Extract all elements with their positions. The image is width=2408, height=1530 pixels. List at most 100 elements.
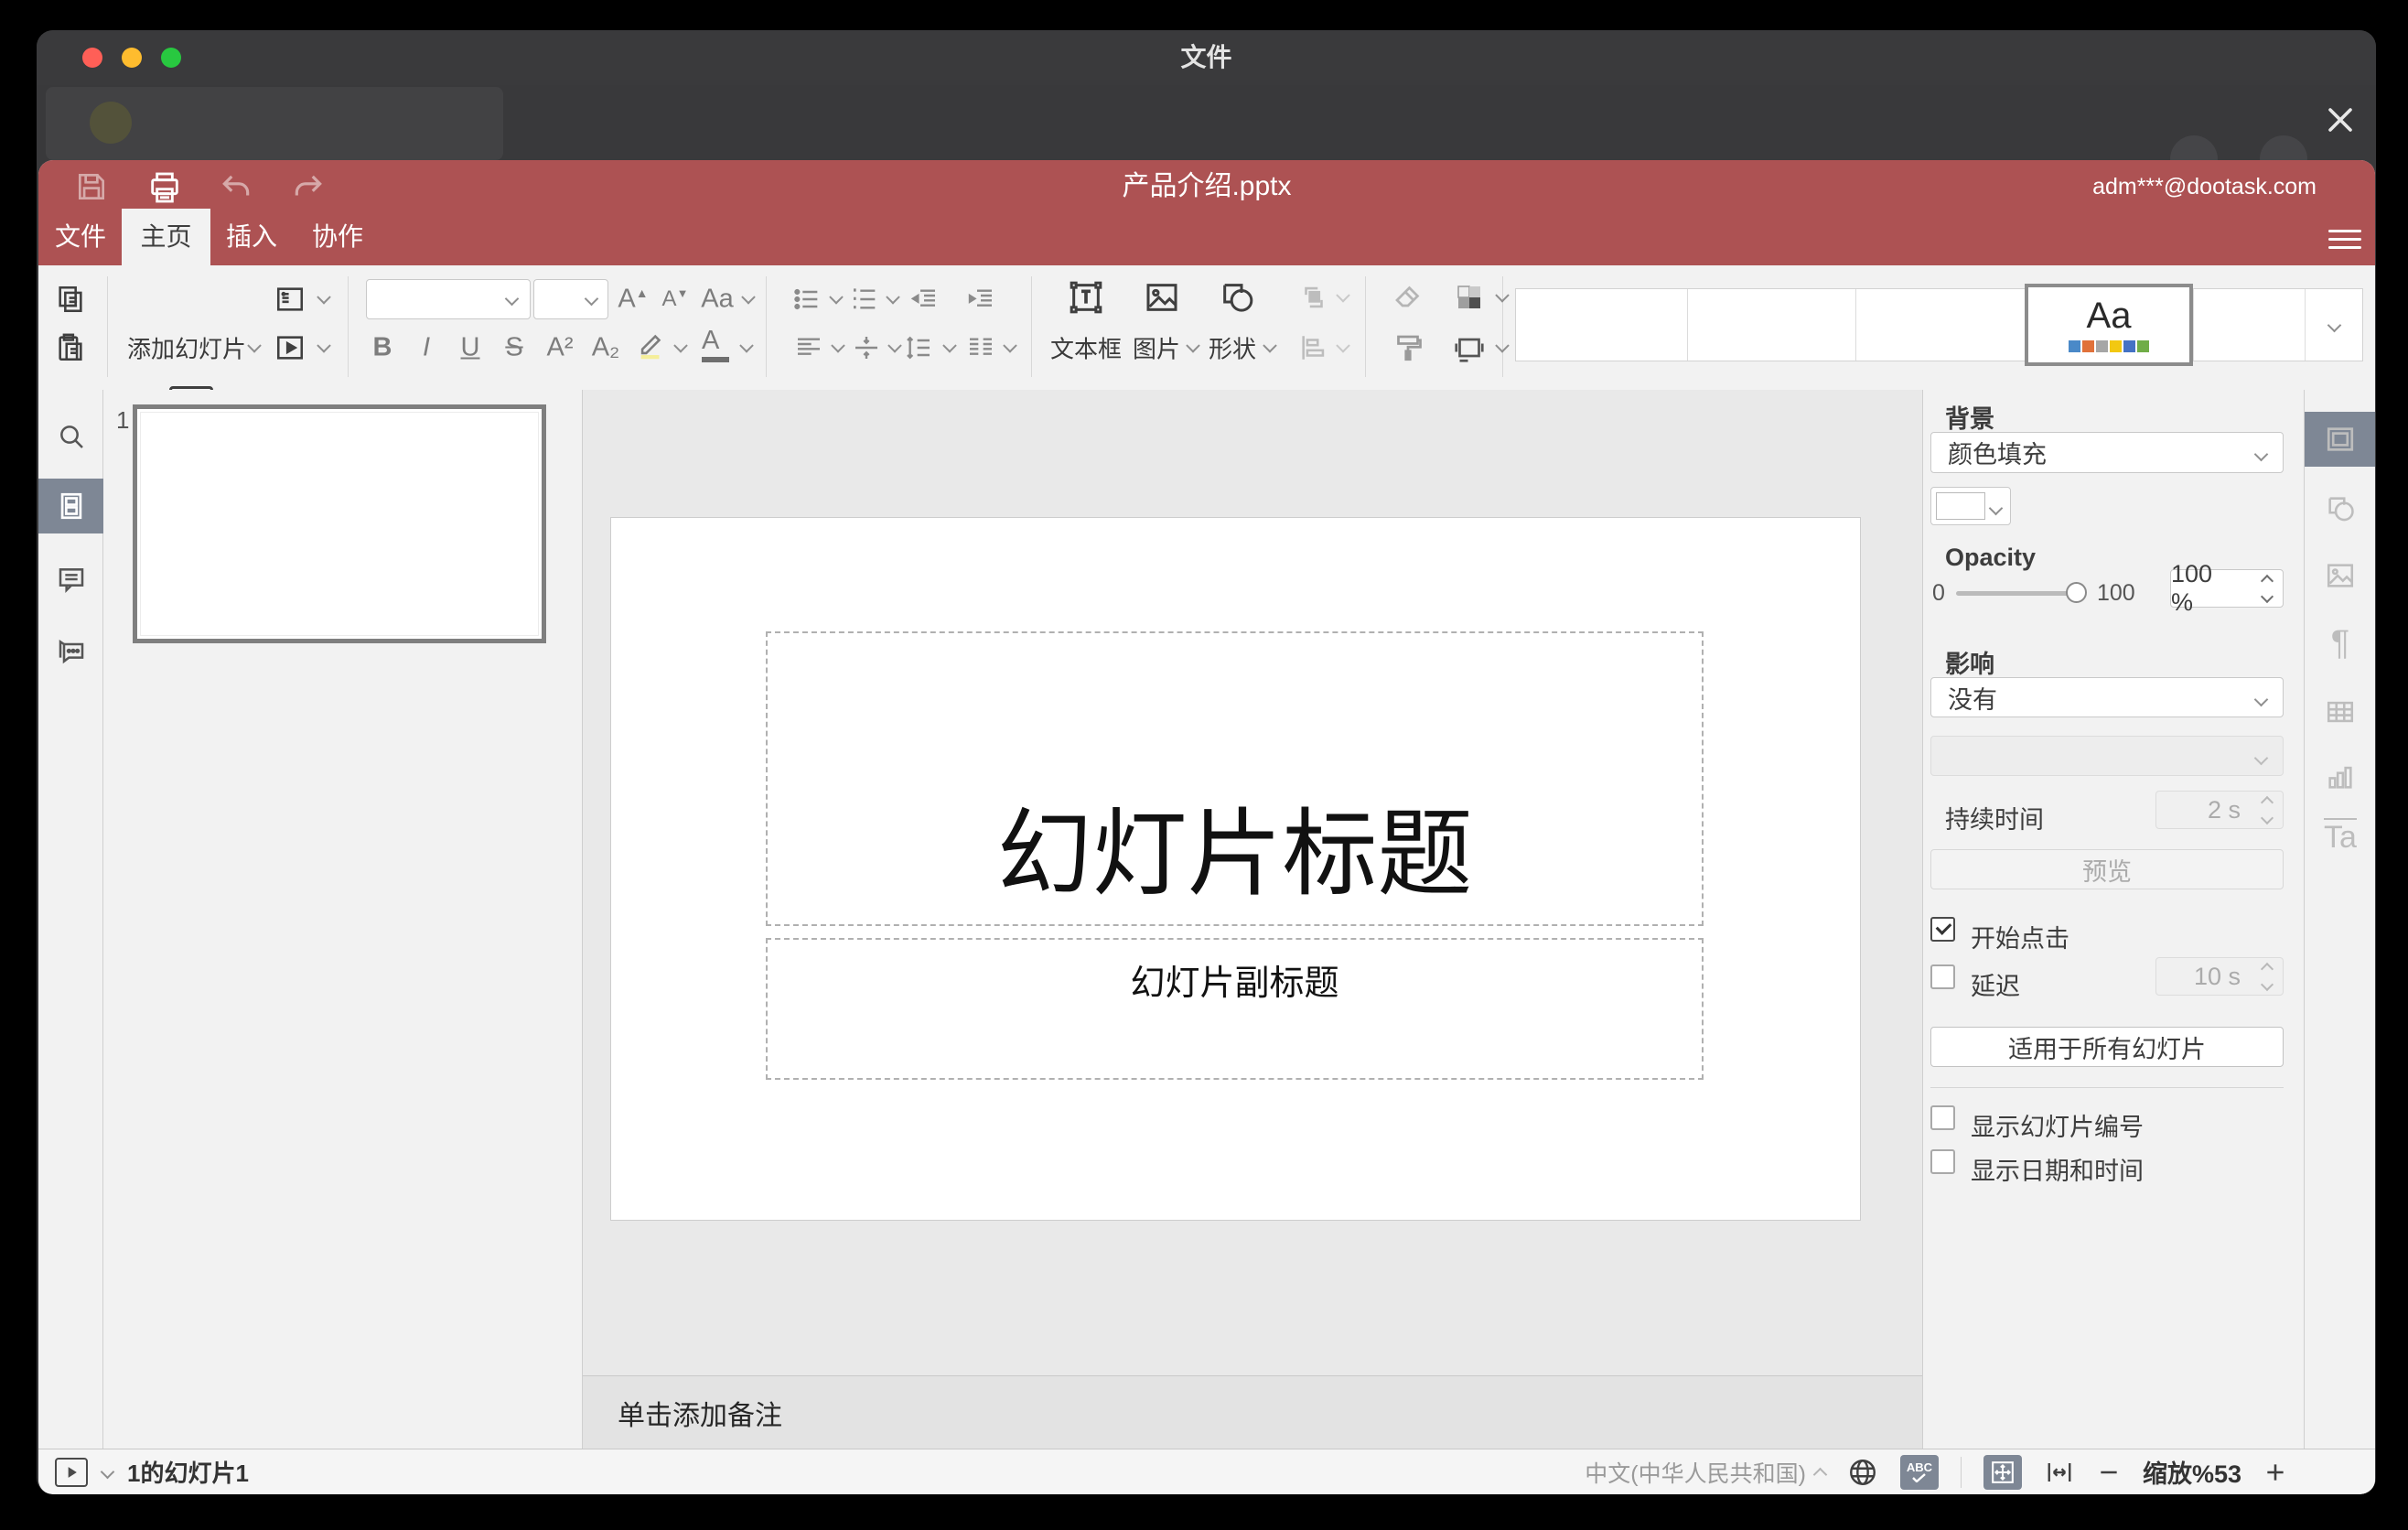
slides-panel-icon[interactable] <box>38 479 103 533</box>
bullet-list-icon[interactable] <box>792 285 822 314</box>
chevron-down-icon[interactable] <box>100 1464 115 1480</box>
chevron-down-icon[interactable] <box>1263 339 1277 353</box>
spellcheck-toggle[interactable]: ABC <box>1899 1454 1939 1490</box>
chevron-down-icon[interactable] <box>831 339 845 353</box>
slide-settings-icon[interactable] <box>2305 412 2375 467</box>
chevron-down-icon[interactable] <box>1186 339 1200 353</box>
delay-checkbox[interactable] <box>1930 964 1955 989</box>
theme-item[interactable] <box>1516 289 1687 361</box>
insert-image-icon[interactable] <box>1144 279 1180 316</box>
slide-size-icon[interactable] <box>1453 331 1486 364</box>
zoom-out-icon[interactable] <box>2097 1460 2121 1484</box>
strikeout-icon[interactable]: S <box>505 333 522 363</box>
comments-icon[interactable] <box>38 552 103 607</box>
chevron-down-icon[interactable] <box>887 339 902 353</box>
chevron-down-icon[interactable] <box>317 290 331 305</box>
numbered-list-icon[interactable] <box>850 285 879 314</box>
theme-item-selected[interactable]: Aa <box>2025 284 2193 366</box>
chevron-down-icon[interactable] <box>317 339 331 353</box>
chevron-down-icon[interactable] <box>1336 288 1350 303</box>
chevron-down-icon[interactable] <box>886 290 900 305</box>
arrange-icon[interactable] <box>1298 282 1329 313</box>
shape-label[interactable]: 形状 <box>1209 331 1256 365</box>
theme-gallery-expand[interactable] <box>2305 289 2364 361</box>
align-shapes-icon[interactable] <box>1298 332 1329 363</box>
vertical-align-icon[interactable] <box>852 333 881 362</box>
color-scheme-icon[interactable] <box>1453 281 1486 314</box>
add-slide-label[interactable]: 添加幻灯片 <box>127 331 246 365</box>
chevron-down-icon[interactable] <box>673 339 688 353</box>
close-icon[interactable] <box>2319 99 2361 141</box>
decrease-indent-icon[interactable] <box>909 285 939 314</box>
chevron-down-icon[interactable] <box>1495 288 1510 303</box>
tab-home[interactable]: 主页 <box>122 209 210 265</box>
table-settings-icon[interactable] <box>2305 684 2375 739</box>
opacity-slider-track[interactable] <box>1956 591 2079 596</box>
menu-icon[interactable] <box>2328 224 2361 249</box>
title-placeholder[interactable]: 幻灯片标题 <box>766 631 1704 926</box>
slide-layout-icon[interactable] <box>274 284 306 315</box>
theme-item[interactable] <box>1687 289 1855 361</box>
chevron-down-icon[interactable] <box>741 290 756 305</box>
start-slideshow-icon[interactable] <box>274 332 306 363</box>
theme-item[interactable] <box>2193 289 2305 361</box>
opacity-steppers[interactable] <box>2260 570 2274 607</box>
shape-icon[interactable] <box>1219 279 1255 316</box>
shape-settings-icon[interactable] <box>2305 481 2375 536</box>
chevron-down-icon[interactable] <box>1003 339 1017 353</box>
font-size-select[interactable] <box>533 279 608 319</box>
search-icon[interactable] <box>38 409 103 464</box>
clear-style-icon[interactable] <box>1392 281 1424 314</box>
subtitle-placeholder[interactable]: 幻灯片副标题 <box>766 938 1704 1080</box>
chart-settings-icon[interactable] <box>2305 749 2375 804</box>
line-spacing-icon[interactable] <box>904 333 933 362</box>
italic-icon[interactable]: I <box>423 333 430 363</box>
textbox-icon[interactable] <box>1068 279 1104 316</box>
textart-settings-icon[interactable]: Ta <box>2305 809 2375 864</box>
zoom-level-label[interactable]: 缩放%53 <box>2143 1454 2241 1490</box>
font-name-select[interactable] <box>366 279 531 319</box>
slide-editor[interactable]: 幻灯片标题 幻灯片副标题 <box>611 518 1860 1220</box>
chevron-down-icon[interactable] <box>942 339 957 353</box>
chevron-down-icon[interactable] <box>739 339 754 353</box>
font-color-icon[interactable]: A <box>702 326 729 362</box>
tab-file[interactable]: 文件 <box>42 209 119 265</box>
document-language-icon[interactable] <box>1847 1457 1878 1488</box>
chevron-down-icon[interactable] <box>1336 339 1350 353</box>
columns-icon[interactable] <box>966 333 995 362</box>
theme-item[interactable] <box>1855 289 2026 361</box>
fill-color-picker[interactable] <box>1930 487 2011 525</box>
chat-icon[interactable] <box>38 624 103 679</box>
subscript-icon[interactable]: A₂ <box>592 333 620 363</box>
fit-to-slide-icon[interactable] <box>1983 1454 2022 1490</box>
show-date-time-checkbox[interactable] <box>1930 1149 1955 1174</box>
chevron-down-icon[interactable] <box>1495 339 1510 353</box>
increase-indent-icon[interactable] <box>966 285 995 314</box>
notes-area[interactable]: 单击添加备注 <box>583 1375 1922 1449</box>
fit-to-width-icon[interactable] <box>2044 1459 2075 1486</box>
slide-thumbnail[interactable] <box>133 404 546 643</box>
change-case-icon[interactable]: Aa <box>701 285 733 315</box>
highlight-color-icon[interactable] <box>636 329 667 360</box>
paragraph-settings-icon[interactable]: ¶ <box>2305 616 2375 671</box>
show-slide-number-checkbox[interactable] <box>1930 1105 1955 1130</box>
chevron-down-icon[interactable] <box>247 339 262 353</box>
textbox-label[interactable]: 文本框 <box>1050 331 1122 365</box>
horizontal-align-icon[interactable] <box>794 333 823 362</box>
paste-icon[interactable] <box>55 332 86 363</box>
start-preview-icon[interactable] <box>55 1457 88 1487</box>
decrease-font-icon[interactable]: A▼ <box>662 286 689 312</box>
background-fill-select[interactable]: 颜色填充 <box>1930 432 2284 473</box>
start-on-click-checkbox[interactable] <box>1930 917 1955 942</box>
apply-to-all-button[interactable]: 适用于所有幻灯片 <box>1930 1027 2284 1067</box>
superscript-icon[interactable]: A² <box>547 333 574 363</box>
increase-font-icon[interactable]: A▲ <box>618 285 648 315</box>
zoom-in-icon[interactable] <box>2263 1460 2287 1484</box>
language-selector[interactable]: 中文(中华人民共和国) <box>1585 1456 1828 1489</box>
opacity-spinbox[interactable]: 100 % <box>2170 560 2284 616</box>
tab-insert[interactable]: 插入 <box>210 209 293 265</box>
copy-style-icon[interactable] <box>1392 331 1424 364</box>
bold-icon[interactable]: B <box>373 333 392 363</box>
tab-collaboration[interactable]: 协作 <box>296 209 379 265</box>
image-label[interactable]: 图片 <box>1133 331 1180 365</box>
